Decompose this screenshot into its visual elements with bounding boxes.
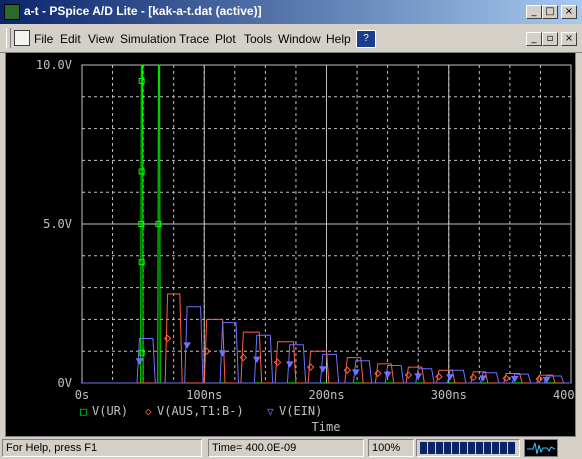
trace-marker — [183, 342, 192, 349]
y-tick-label: 10.0V — [36, 58, 72, 72]
progress-segment — [444, 442, 451, 454]
x-tick-label: 200ns — [308, 388, 344, 402]
progress-segment — [500, 442, 507, 454]
menu-file[interactable]: File — [34, 32, 53, 46]
progress-segment — [492, 442, 499, 454]
doc-close-button[interactable]: × — [561, 32, 577, 46]
trace-marker — [306, 363, 315, 371]
menu-grip[interactable] — [6, 28, 11, 48]
probe-plot-area[interactable]: 10.0V 5.0V 0V0s 100ns 200ns 300ns 400ns Time □ V… — [5, 52, 582, 437]
menu-tools[interactable]: Tools — [244, 32, 272, 46]
legend-label: V(EIN) — [279, 404, 322, 418]
progress-segment — [420, 442, 427, 454]
menu-edit[interactable]: Edit — [60, 32, 81, 46]
context-help-icon[interactable]: ? — [356, 30, 376, 48]
plot-legend: □ V(UR) ◇ V(AUS,T1:B-) ▽ V(EIN) — [80, 404, 322, 418]
doc-restore-button[interactable]: ▫ — [542, 32, 558, 46]
progress-segment — [428, 442, 435, 454]
menu-help[interactable]: Help — [326, 32, 351, 46]
trace-marker — [351, 369, 360, 376]
progress-segment — [436, 442, 443, 454]
close-button[interactable]: × — [561, 5, 577, 19]
doc-minimize-button[interactable]: _ — [526, 32, 542, 46]
x-tick-label: 300ns — [431, 388, 467, 402]
menu-simulation[interactable]: Simulation — [120, 32, 176, 46]
x-tick-label: 100ns — [186, 388, 222, 402]
menu-bar: File Edit View Simulation Trace Plot Too… — [0, 24, 582, 53]
progress-segment — [508, 442, 515, 454]
trace-marker — [343, 366, 351, 374]
menu-view[interactable]: View — [88, 32, 114, 46]
waveform-icon-graphic — [527, 442, 556, 455]
legend-symbol: □ — [80, 405, 87, 418]
x-tick-label: 0s — [75, 388, 89, 402]
trace-marker — [383, 371, 392, 379]
progress-segment — [476, 442, 483, 454]
trace-marker — [318, 366, 327, 373]
menu-plot[interactable]: Plot — [215, 32, 236, 46]
status-time: Time= 400.0E-09 — [208, 439, 364, 457]
progress-segment — [484, 442, 491, 454]
trace-marker — [163, 334, 172, 343]
legend-symbol: ▽ — [267, 405, 274, 418]
title-bar: a-t - PSpice A/D Lite - [kak-a-t.dat (ac… — [0, 0, 582, 24]
minimize-button[interactable]: _ — [526, 5, 542, 19]
trace-marker — [404, 371, 413, 379]
trace-markers — [135, 77, 551, 384]
trace-marker — [239, 353, 248, 362]
x-axis-label: Time — [312, 420, 341, 434]
legend-item: □ V(UR) — [80, 404, 128, 418]
menu-window[interactable]: Window — [278, 32, 321, 46]
progress-segment — [452, 442, 459, 454]
trace-marker — [285, 361, 294, 368]
legend-symbol: ◇ — [145, 405, 152, 418]
progress-segment — [460, 442, 467, 454]
x-tick-label: 400ns — [553, 388, 575, 402]
maximize-button[interactable]: □ — [542, 5, 558, 19]
legend-label: V(UR) — [92, 404, 128, 418]
trace-marker — [252, 356, 261, 364]
trace-marker — [374, 369, 382, 378]
y-tick-label: 0V — [58, 376, 72, 390]
progress-segment — [468, 442, 475, 454]
simulation-progress-bar — [416, 439, 520, 457]
legend-label: V(AUS,T1:B-) — [157, 404, 244, 418]
pspice-app-icon[interactable] — [4, 4, 20, 20]
window-title: a-t - PSpice A/D Lite - [kak-a-t.dat (ac… — [24, 4, 262, 18]
legend-item: ◇ V(AUS,T1:B-) — [145, 404, 244, 418]
status-percent: 100% — [368, 439, 414, 457]
y-tick-label: 5.0V — [43, 217, 72, 231]
status-help-text: For Help, press F1 — [2, 439, 202, 457]
trace-marker — [218, 350, 227, 357]
legend-item: ▽ V(EIN) — [267, 404, 322, 418]
trace-marker — [135, 358, 144, 365]
trace-marker — [273, 358, 282, 367]
document-icon[interactable] — [14, 30, 30, 46]
waveform-chart[interactable]: 10.0V 5.0V 0V0s 100ns 200ns 300ns 400ns Time □ V… — [6, 53, 582, 436]
plot-grid — [81, 64, 572, 384]
waveform-status-icon — [524, 439, 558, 457]
menu-trace[interactable]: Trace — [179, 32, 209, 46]
